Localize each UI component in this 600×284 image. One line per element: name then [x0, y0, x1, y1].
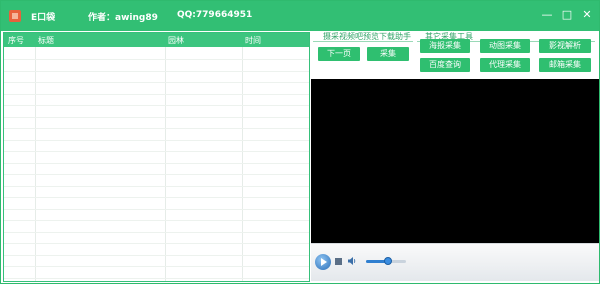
gif-collect-button[interactable]: 动图采集: [480, 39, 530, 53]
row-divider: [4, 208, 309, 210]
row-divider: [4, 151, 309, 152]
proxy-collect-button[interactable]: 代理采集: [480, 58, 530, 72]
stop-icon[interactable]: [335, 258, 342, 265]
email-collect-button[interactable]: 邮箱采集: [539, 58, 591, 72]
group-divider: [313, 41, 413, 42]
column-header-index[interactable]: 序号: [8, 35, 24, 46]
collect-button[interactable]: 采集: [367, 47, 409, 61]
row-divider: [4, 243, 309, 244]
play-icon[interactable]: [315, 254, 331, 270]
volume-slider[interactable]: [366, 257, 406, 265]
main-window: E口袋 作者：awing89 QQ:779664951 — □ ✕ 序号 标题 …: [0, 0, 600, 284]
row-divider: [4, 105, 309, 106]
column-header-time[interactable]: 时间: [245, 35, 261, 46]
row-divider: [4, 70, 309, 72]
row-divider: [4, 128, 309, 129]
row-divider: [4, 93, 309, 95]
row-divider: [4, 197, 309, 198]
volume-handle[interactable]: [384, 257, 392, 265]
row-divider: [4, 116, 309, 118]
row-divider: [4, 185, 309, 187]
author-label: 作者：awing89: [88, 13, 158, 23]
app-title: E口袋: [31, 13, 56, 23]
column-header-title[interactable]: 标题: [38, 35, 54, 46]
row-divider: [4, 139, 309, 141]
row-divider: [4, 231, 309, 233]
next-page-button[interactable]: 下一页: [318, 47, 360, 61]
result-list[interactable]: 序号 标题 园林 时间: [3, 32, 310, 282]
column-header-garden[interactable]: 园林: [168, 35, 184, 46]
title-bar[interactable]: E口袋 作者：awing89 QQ:779664951 — □ ✕: [1, 1, 599, 31]
row-divider: [4, 277, 309, 279]
baidu-query-button[interactable]: 百度查询: [420, 58, 470, 72]
qq-label: QQ:779664951: [177, 10, 253, 20]
player-controls: [311, 243, 599, 281]
video-area[interactable]: [311, 79, 599, 243]
row-divider: [4, 82, 309, 83]
row-divider: [4, 266, 309, 267]
minimize-icon[interactable]: —: [539, 7, 555, 23]
row-divider: [4, 220, 309, 221]
row-divider: [4, 162, 309, 164]
video-parse-button[interactable]: 影视解析: [539, 39, 591, 53]
row-divider: [4, 59, 309, 60]
maximize-icon[interactable]: □: [559, 7, 575, 23]
row-divider: [4, 254, 309, 256]
app-logo-icon: [9, 10, 21, 22]
close-icon[interactable]: ✕: [579, 7, 595, 23]
volume-icon[interactable]: [347, 256, 357, 266]
row-divider: [4, 174, 309, 175]
list-header: 序号 标题 园林 时间: [4, 33, 309, 47]
poster-collect-button[interactable]: 海报采集: [420, 39, 470, 53]
